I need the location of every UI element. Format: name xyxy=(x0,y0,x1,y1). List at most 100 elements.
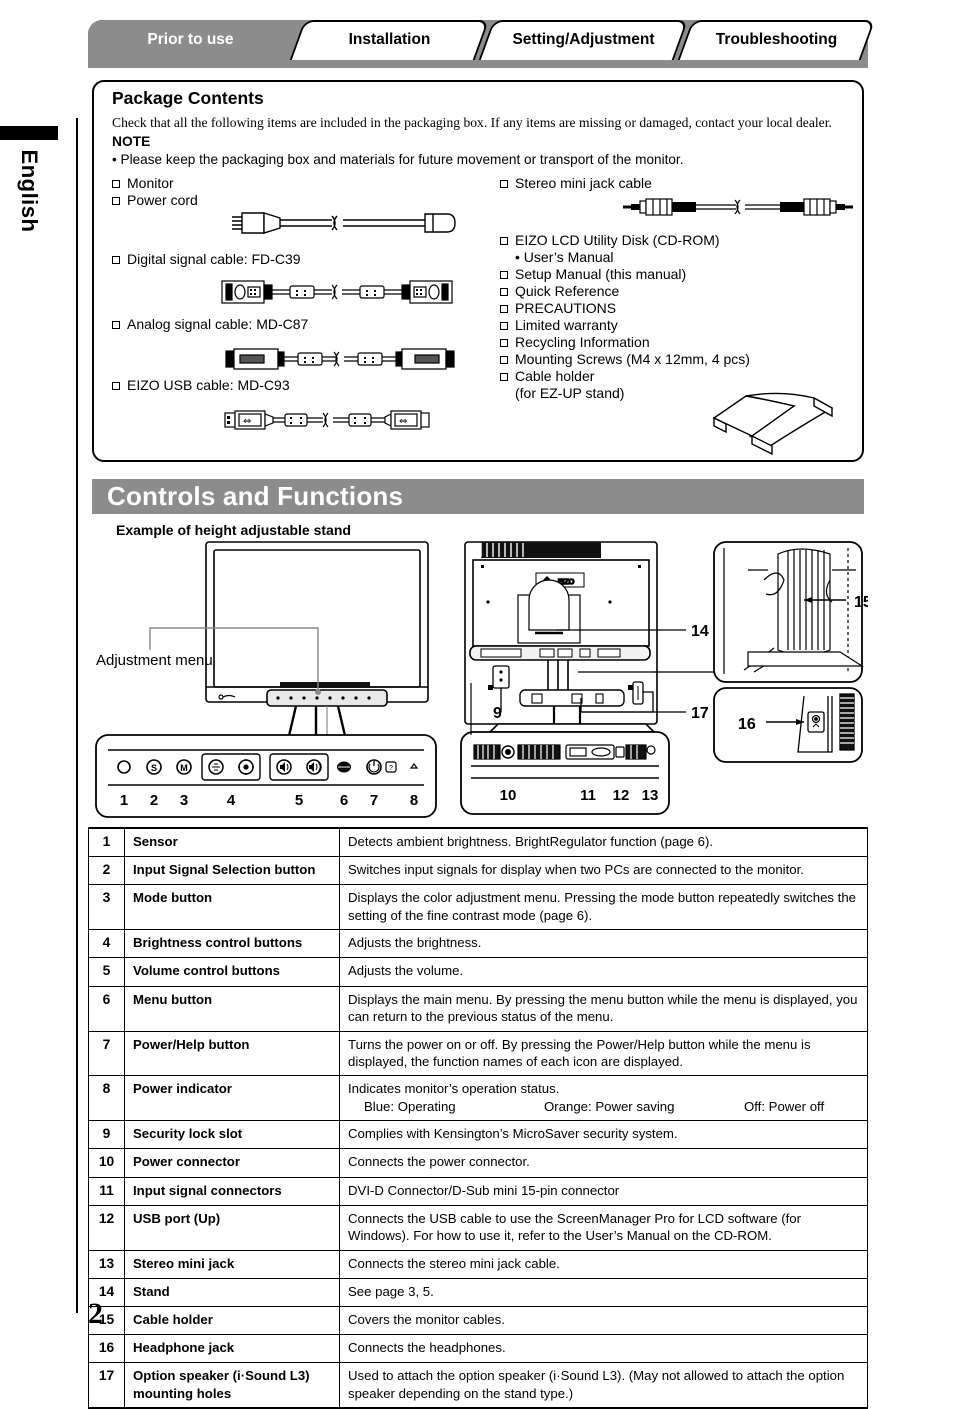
checkbox-icon xyxy=(500,322,508,330)
list-item: Recycling Information xyxy=(500,335,860,349)
row-desc: Used to attach the option speaker (i·Sou… xyxy=(339,1362,868,1409)
row-number: 1 xyxy=(88,827,125,858)
checkbox-icon xyxy=(500,373,508,381)
list-item-label: Power cord xyxy=(127,192,198,208)
callout-4: 4 xyxy=(227,792,236,809)
table-row: 16 Headphone jack Connects the headphone… xyxy=(88,1334,868,1364)
row-number: 17 xyxy=(88,1362,125,1409)
page-number: 2 xyxy=(88,1297,103,1330)
row-desc: Covers the monitor cables. xyxy=(339,1306,868,1336)
note-text: • Please keep the packaging box and mate… xyxy=(112,152,684,167)
callout-3: 3 xyxy=(180,792,188,809)
row-number: 2 xyxy=(88,856,125,886)
row-number: 11 xyxy=(88,1176,125,1206)
svg-text:⇔: ⇔ xyxy=(243,416,251,427)
row-number: 16 xyxy=(88,1334,125,1364)
checkbox-icon xyxy=(500,305,508,313)
table-row: 10 Power connector Connects the power co… xyxy=(88,1148,868,1178)
page-vertical-rule xyxy=(76,118,78,1313)
row-number: 9 xyxy=(88,1120,125,1150)
row-name: Security lock slot xyxy=(124,1120,340,1150)
callout-7: 7 xyxy=(370,792,378,809)
list-item: EIZO USB cable: MD-C93 xyxy=(112,378,442,392)
list-item-label: Limited warranty xyxy=(515,317,618,333)
list-item-label: Quick Reference xyxy=(515,283,620,299)
tab-installation[interactable]: Installation xyxy=(289,20,490,60)
checkbox-icon xyxy=(112,180,120,188)
power-indicator-states: Blue: Operating Orange: Power saving Off: … xyxy=(348,1098,859,1115)
list-item-label: EIZO USB cable: MD-C93 xyxy=(127,377,290,393)
row-desc: Connects the power connector. xyxy=(339,1148,868,1178)
list-item-label: Cable holder xyxy=(515,368,595,384)
monitor-diagram: Adjustment menu S M ? 1 2 3 4 5 6 7 8 EI… xyxy=(95,541,868,818)
callout-12: 12 xyxy=(613,787,630,804)
list-item-label: Stereo mini jack cable xyxy=(515,175,652,191)
svg-text:M: M xyxy=(180,763,188,773)
table-row: 13 Stereo mini jack Connects the stereo … xyxy=(88,1249,868,1279)
row-desc: Turns the power on or off. By pressing t… xyxy=(339,1030,868,1077)
row-number: 6 xyxy=(88,985,125,1032)
tab-label: Installation xyxy=(348,31,431,48)
table-row: 15 Cable holder Covers the monitor cable… xyxy=(88,1306,868,1336)
tab-label: Prior to use xyxy=(147,31,234,48)
tab-troubleshooting[interactable]: Troubleshooting xyxy=(677,20,876,60)
row-desc: Detects ambient brightness. BrightRegula… xyxy=(339,827,868,858)
tab-prior-to-use[interactable]: Prior to use xyxy=(88,20,325,60)
cable-holder-illustration xyxy=(712,392,834,456)
bottom-ports-detail: 10 11 12 13 xyxy=(460,731,670,815)
table-row: 3 Mode button Displays the color adjustm… xyxy=(88,884,868,931)
row-name: Option speaker (i·Sound L3) mounting hol… xyxy=(124,1362,340,1409)
callout-10: 10 xyxy=(500,787,517,804)
analog-signal-cable-illustration xyxy=(225,348,455,370)
list-item: Quick Reference xyxy=(500,284,860,298)
callout-14: 14 xyxy=(691,623,709,640)
section-tab-bar: Prior to use Installation Setting/Adjust… xyxy=(88,20,876,68)
row-number: 7 xyxy=(88,1030,125,1077)
row-name: Power/Help button xyxy=(124,1030,340,1077)
controls-and-functions-header: Controls and Functions xyxy=(92,479,864,514)
list-item-label: Digital signal cable: FD-C39 xyxy=(127,251,301,267)
tab-setting-adjustment[interactable]: Setting/Adjustment xyxy=(478,20,689,60)
row-desc: Indicates monitor’s operation status. Bl… xyxy=(339,1075,868,1122)
row-desc: Switches input signals for display when … xyxy=(339,856,868,886)
row-number: 3 xyxy=(88,884,125,931)
usb-cable-illustration: ⇔ ⇔ xyxy=(224,410,430,430)
table-row: 5 Volume control buttons Adjusts the vol… xyxy=(88,957,868,987)
row-name: Stereo mini jack xyxy=(124,1249,340,1279)
table-row: 1 Sensor Detects ambient brightness. Bri… xyxy=(88,827,868,858)
table-row: 8 Power indicator Indicates monitor’s op… xyxy=(88,1075,868,1122)
row-name: Power indicator xyxy=(124,1075,340,1122)
list-item-label: Analog signal cable: MD-C87 xyxy=(127,316,309,332)
list-subitem-users-manual: • User’s Manual xyxy=(515,249,614,265)
callout-11: 11 xyxy=(580,787,596,804)
list-item-label: Setup Manual (this manual) xyxy=(515,266,687,282)
list-item: Analog signal cable: MD-C87 xyxy=(112,317,442,331)
list-item: Mounting Screws (M4 x 12mm, 4 pcs) xyxy=(500,352,860,366)
row-number: 13 xyxy=(88,1249,125,1279)
controls-functions-table: 1 Sensor Detects ambient brightness. Bri… xyxy=(88,827,868,1409)
power-cord-illustration xyxy=(232,212,456,234)
row-desc: DVI-D Connector/D-Sub mini 15-pin connec… xyxy=(339,1176,868,1206)
table-row: 14 Stand See page 3, 5. xyxy=(88,1277,868,1308)
control-panel-detail: S M ? 1 2 3 4 5 6 7 8 xyxy=(95,734,437,818)
row-name: Brightness control buttons xyxy=(124,929,340,959)
svg-text:⇔: ⇔ xyxy=(399,416,407,427)
checkbox-icon xyxy=(112,321,120,329)
list-item-label: Mounting Screws (M4 x 12mm, 4 pcs) xyxy=(515,351,750,367)
svg-text:?: ? xyxy=(389,765,393,772)
row-desc: See page 3, 5. xyxy=(339,1277,868,1308)
list-item: Limited warranty xyxy=(500,318,860,332)
list-item: EIZO LCD Utility Disk (CD-ROM) xyxy=(500,233,860,247)
row-number: 8 xyxy=(88,1075,125,1122)
tab-label: Setting/Adjustment xyxy=(512,31,655,48)
row-name: Stand xyxy=(124,1277,340,1308)
row-desc: Connects the headphones. xyxy=(339,1334,868,1364)
row-desc: Complies with Kensington’s MicroSaver se… xyxy=(339,1120,868,1150)
callout-17: 17 xyxy=(691,705,709,722)
row-name: Cable holder xyxy=(124,1306,340,1336)
row-desc: Connects the USB cable to use the Screen… xyxy=(339,1204,868,1251)
checkbox-icon xyxy=(112,382,120,390)
callout-6: 6 xyxy=(340,792,348,809)
monitor-front-view xyxy=(205,541,429,751)
row-name: Volume control buttons xyxy=(124,957,340,987)
